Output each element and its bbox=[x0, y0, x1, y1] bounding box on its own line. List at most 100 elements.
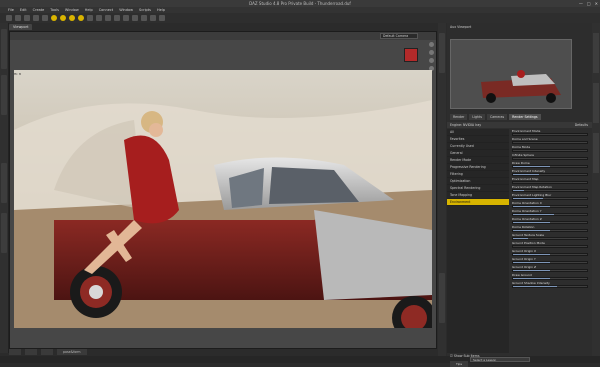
category-item[interactable]: Favorites bbox=[447, 136, 509, 143]
property-slider[interactable] bbox=[512, 165, 588, 168]
right-tab-2[interactable] bbox=[593, 83, 599, 123]
checkbox-icon[interactable]: ☑ bbox=[450, 354, 453, 358]
category-item[interactable]: General bbox=[447, 150, 509, 157]
open-icon[interactable] bbox=[15, 15, 21, 21]
viewport-tabbar: Viewport bbox=[9, 24, 33, 31]
menu-help[interactable]: Help bbox=[85, 8, 93, 12]
save-icon[interactable] bbox=[24, 15, 30, 21]
render-settings-side-tab[interactable] bbox=[439, 273, 445, 323]
property-row: Ground Texture Scale bbox=[511, 233, 591, 241]
property-slider[interactable] bbox=[512, 141, 588, 144]
engine-label[interactable]: Engine: NVIDIA Iray bbox=[450, 123, 481, 127]
property-list: Environment Mode Dome and Scene Dome Mode I… bbox=[511, 129, 591, 353]
category-item[interactable]: Filtering bbox=[447, 171, 509, 178]
pan-icon[interactable] bbox=[429, 50, 434, 55]
property-row: Draw Ground bbox=[511, 273, 591, 281]
new-icon[interactable] bbox=[6, 15, 12, 21]
tab-render[interactable]: Render bbox=[450, 114, 468, 120]
property-slider[interactable] bbox=[512, 269, 588, 272]
tab-tips[interactable]: Tips bbox=[450, 361, 468, 367]
select-tool-icon[interactable] bbox=[87, 15, 93, 21]
left-tab-2[interactable] bbox=[1, 75, 7, 115]
viewport[interactable]: Default Camera Hi: 8 bbox=[9, 31, 437, 349]
property-slider[interactable] bbox=[512, 149, 588, 152]
category-item[interactable]: Render Mode bbox=[447, 157, 509, 164]
property-slider[interactable] bbox=[512, 173, 588, 176]
camera-tool-icon[interactable] bbox=[141, 15, 147, 21]
slider-fill bbox=[513, 174, 539, 175]
property-slider[interactable] bbox=[512, 189, 588, 192]
category-item[interactable]: Optimization bbox=[447, 178, 509, 185]
menu-connect[interactable]: Connect bbox=[99, 8, 113, 12]
property-slider[interactable] bbox=[512, 261, 588, 264]
orbit-icon[interactable] bbox=[429, 42, 434, 47]
menu-help-2[interactable]: Help bbox=[157, 8, 165, 12]
zoom-icon[interactable] bbox=[429, 58, 434, 63]
scale-tool-icon[interactable] bbox=[78, 15, 84, 21]
translate-tool-icon[interactable] bbox=[60, 15, 66, 21]
property-slider[interactable] bbox=[512, 197, 588, 200]
property-slider[interactable] bbox=[512, 277, 588, 280]
category-item[interactable]: Progressive Rendering bbox=[447, 164, 509, 171]
aux-viewport[interactable] bbox=[450, 39, 572, 109]
undo-icon[interactable] bbox=[33, 15, 39, 21]
close-icon[interactable]: ✕ bbox=[595, 1, 598, 6]
maximize-icon[interactable]: □ bbox=[587, 1, 591, 6]
tab-render-settings[interactable]: Render Settings bbox=[509, 114, 541, 120]
property-slider[interactable] bbox=[512, 213, 588, 216]
category-item[interactable]: Tone Mapping bbox=[447, 192, 509, 199]
geometry-tool-icon[interactable] bbox=[105, 15, 111, 21]
right-tab-3[interactable] bbox=[593, 133, 599, 173]
property-slider[interactable] bbox=[512, 181, 588, 184]
tab-cameras[interactable]: Cameras bbox=[486, 114, 508, 120]
redo-icon[interactable] bbox=[42, 15, 48, 21]
menu-file[interactable]: File bbox=[8, 8, 14, 12]
joint-tool-icon[interactable] bbox=[123, 15, 129, 21]
category-item[interactable]: Currently Used bbox=[447, 143, 509, 150]
property-slider[interactable] bbox=[512, 229, 588, 232]
surface-tool-icon[interactable] bbox=[114, 15, 120, 21]
property-slider[interactable] bbox=[512, 285, 588, 288]
camera-select[interactable]: Default Camera bbox=[380, 33, 418, 39]
property-slider[interactable] bbox=[512, 237, 588, 240]
universal-tool-icon[interactable] bbox=[51, 15, 57, 21]
light-tool-icon[interactable] bbox=[132, 15, 138, 21]
right-tab-1[interactable] bbox=[593, 33, 599, 73]
left-tab-3[interactable] bbox=[1, 163, 7, 203]
property-slider[interactable] bbox=[512, 253, 588, 256]
menu-tools[interactable]: Tools bbox=[50, 8, 59, 12]
property-slider[interactable] bbox=[512, 133, 588, 136]
category-item[interactable]: Spectral Rendering bbox=[447, 185, 509, 192]
menu-window[interactable]: Window bbox=[65, 8, 79, 12]
bottom-tab-1[interactable] bbox=[9, 349, 21, 355]
render-icon[interactable] bbox=[150, 15, 156, 21]
node-tool-icon[interactable] bbox=[96, 15, 102, 21]
defaults-label[interactable]: Defaults bbox=[575, 122, 588, 128]
view-navigator-icon[interactable] bbox=[404, 48, 418, 62]
property-slider[interactable] bbox=[512, 245, 588, 248]
tab-lights[interactable]: Lights bbox=[469, 114, 485, 120]
left-tab-4[interactable] bbox=[1, 213, 7, 253]
tab-viewport[interactable]: Viewport bbox=[9, 24, 33, 30]
category-item-selected[interactable]: Environment bbox=[447, 199, 509, 206]
property-row: Dome Orientation Z bbox=[511, 217, 591, 225]
spot-render-icon[interactable] bbox=[159, 15, 165, 21]
property-slider[interactable] bbox=[512, 221, 588, 224]
bottom-tab-3[interactable] bbox=[41, 349, 53, 355]
bottom-tab-pose-form[interactable]: pose&form bbox=[57, 349, 87, 355]
category-item[interactable]: All bbox=[447, 129, 509, 136]
show-sub-items[interactable]: ☑ Show Sub Items bbox=[447, 353, 592, 359]
menu-edit[interactable]: Edit bbox=[20, 8, 27, 12]
menu-scripts[interactable]: Scripts bbox=[139, 8, 151, 12]
engine-header: Engine: NVIDIA Iray Defaults bbox=[447, 122, 592, 128]
minimize-icon[interactable]: — bbox=[579, 1, 583, 6]
bottom-tab-2[interactable] bbox=[25, 349, 37, 355]
menu-create[interactable]: Create bbox=[33, 8, 45, 12]
left-tab-1[interactable] bbox=[1, 29, 7, 69]
property-slider[interactable] bbox=[512, 205, 588, 208]
menu-window-2[interactable]: Window bbox=[119, 8, 133, 12]
aux-viewport-tab[interactable] bbox=[439, 33, 445, 73]
property-slider[interactable] bbox=[512, 157, 588, 160]
rotate-tool-icon[interactable] bbox=[69, 15, 75, 21]
slider-fill bbox=[513, 278, 550, 279]
